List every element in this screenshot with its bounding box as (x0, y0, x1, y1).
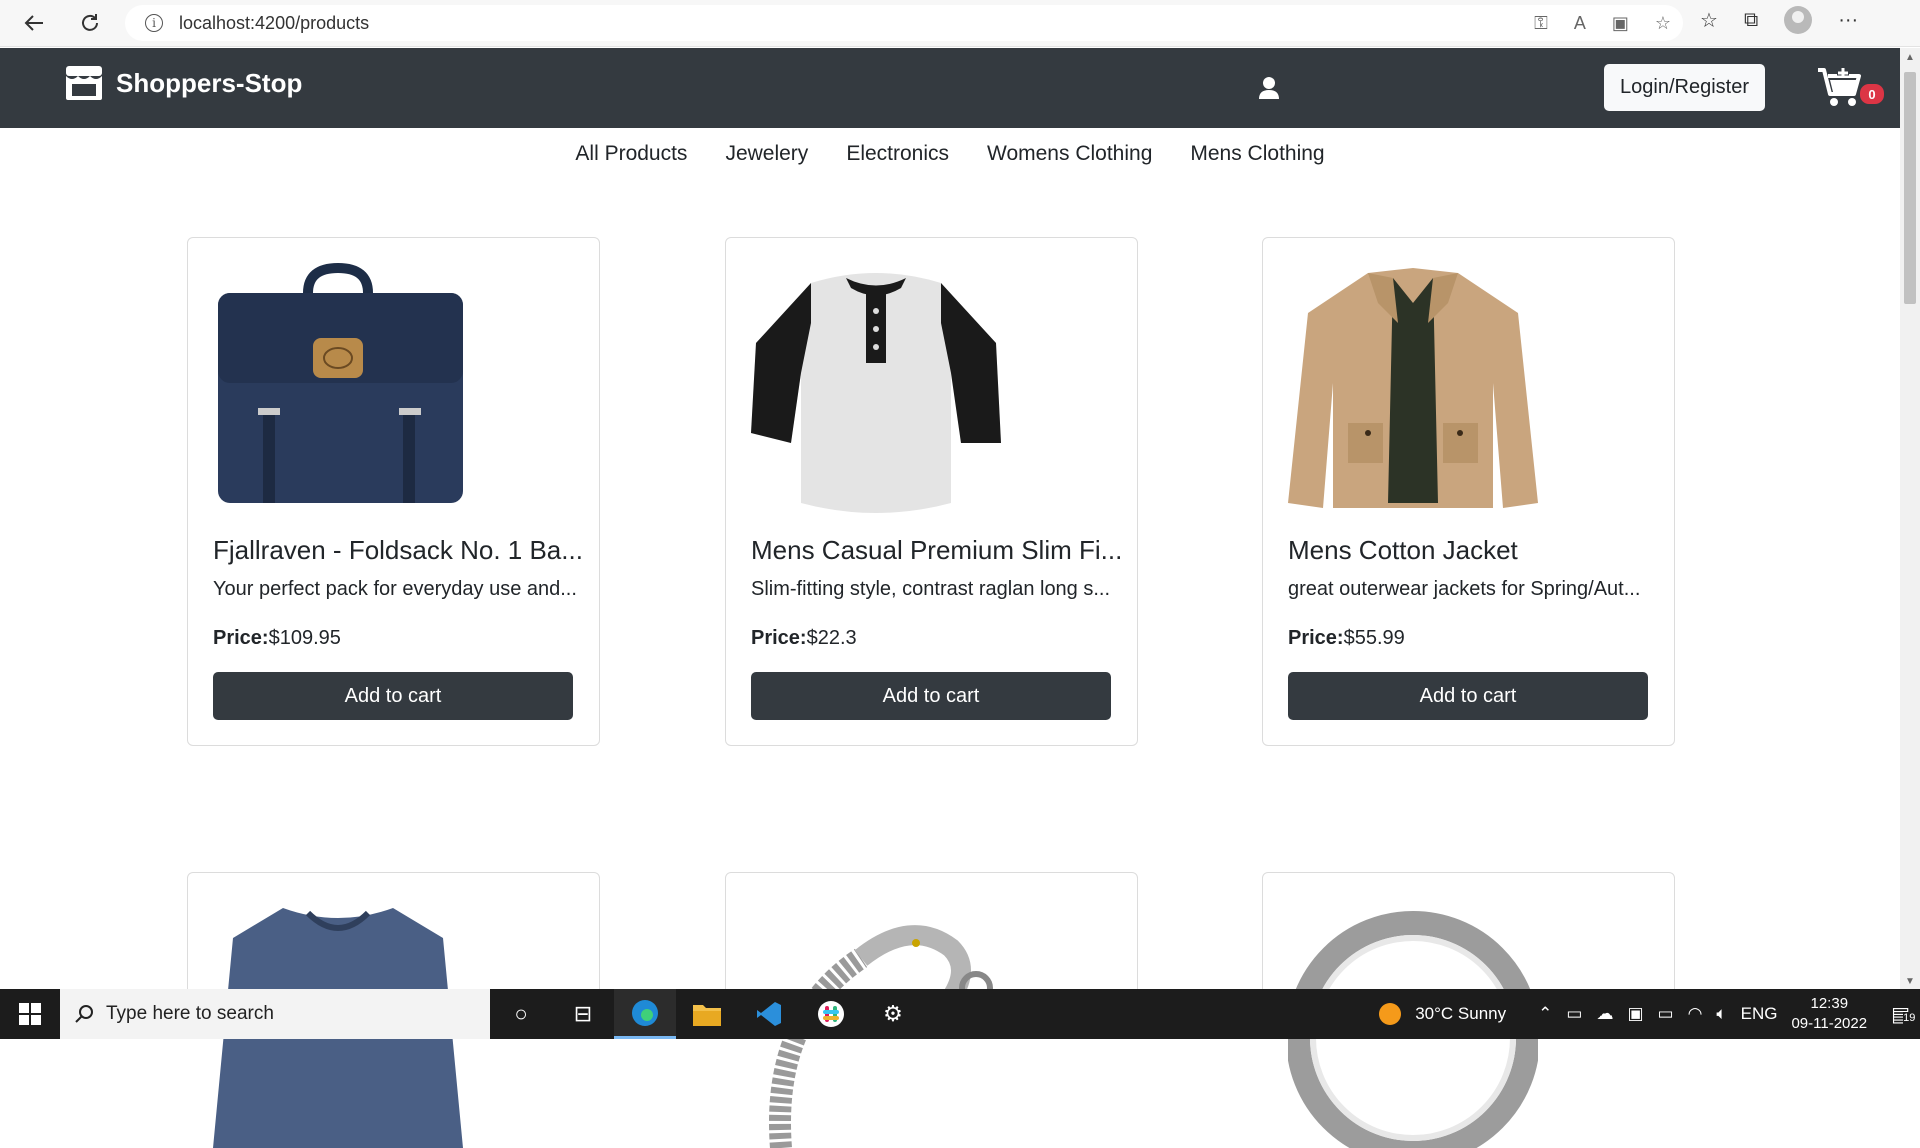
category-mens-clothing[interactable]: Mens Clothing (1190, 142, 1324, 166)
profile-avatar[interactable] (1784, 6, 1813, 34)
meet-icon[interactable]: ▭ (1566, 1004, 1582, 1024)
category-all-products[interactable]: All Products (575, 142, 687, 166)
refresh-icon (82, 14, 98, 31)
add-to-cart-button[interactable]: Add to cart (213, 672, 573, 720)
taskbar-search[interactable]: Type here to search (60, 989, 490, 1039)
product-title[interactable]: Fjallraven - Foldsack No. 1 Ba... (213, 535, 583, 566)
edge-logo (632, 999, 658, 1026)
add-to-cart-button[interactable]: Add to cart (1288, 672, 1648, 720)
read-aloud-icon[interactable]: A (1574, 13, 1586, 34)
scroll-down-icon[interactable]: ▼ (1905, 976, 1915, 987)
product-card: Fjallraven - Foldsack No. 1 Ba... Your p… (187, 237, 600, 746)
browser-toolbar: i localhost:4200/products ⚿ A ▣ ☆ ☆ ⧉ ··… (0, 0, 1920, 47)
raglan-tshirt-image[interactable] (751, 263, 1001, 513)
add-to-cart-button[interactable]: Add to cart (751, 672, 1111, 720)
notification-center-icon[interactable]: ▤ 19 (1891, 1002, 1916, 1027)
product-title[interactable]: Mens Cotton Jacket (1288, 535, 1518, 566)
windows-icon (19, 1003, 41, 1025)
vscode-logo (757, 1002, 781, 1026)
settings-gear-icon[interactable]: ⚙ (862, 989, 924, 1039)
language-indicator[interactable]: ENG (1741, 1004, 1778, 1024)
slack-icon[interactable] (800, 989, 862, 1039)
product-price: Price:$22.3 (751, 627, 857, 650)
user-icon[interactable] (1258, 76, 1280, 100)
category-jewelery[interactable]: Jewelery (725, 142, 808, 166)
scroll-up-icon[interactable]: ▲ (1905, 52, 1915, 63)
price-value: $22.3 (806, 627, 857, 649)
product-price: Price:$109.95 (213, 627, 341, 650)
task-view-icon[interactable]: ⊟ (552, 989, 614, 1039)
scrollbar-thumb[interactable] (1904, 72, 1916, 304)
price-value: $109.95 (268, 627, 341, 649)
url-text: localhost:4200/products (179, 12, 370, 33)
file-explorer-icon[interactable] (676, 989, 738, 1039)
product-description: Your perfect pack for everyday use and..… (213, 578, 577, 600)
price-label: Price: (213, 627, 269, 649)
price-label: Price: (1288, 627, 1344, 649)
product-title[interactable]: Mens Casual Premium Slim Fi... (751, 535, 1122, 566)
weather-sun-icon[interactable] (1379, 1003, 1402, 1025)
wifi-icon[interactable]: ◠ (1688, 1004, 1703, 1024)
category-womens-clothing[interactable]: Womens Clothing (987, 142, 1152, 166)
product-card: Mens Casual Premium Slim Fi... Slim-fitt… (725, 237, 1138, 746)
brand-name: Shoppers-Stop (116, 67, 303, 98)
immersive-reader-icon[interactable]: ▣ (1612, 13, 1629, 34)
slack-logo (818, 1001, 844, 1027)
edge-icon[interactable] (614, 989, 676, 1039)
favorite-add-icon[interactable]: ☆ (1655, 13, 1671, 34)
page-scrollbar[interactable]: ▲ ▼ (1900, 48, 1920, 990)
address-bar[interactable]: i localhost:4200/products ⚿ A ▣ ☆ (125, 5, 1683, 41)
key-icon[interactable]: ⚿ (1534, 13, 1548, 34)
cart-count-badge: 0 (1860, 84, 1884, 104)
collections-icon[interactable]: ⧉ (1744, 9, 1758, 32)
browser-right-tools: ☆ ⧉ ··· (1700, 6, 1858, 34)
battery-icon[interactable]: ▭ (1658, 1004, 1674, 1024)
vscode-icon[interactable] (738, 989, 800, 1039)
price-value: $55.99 (1343, 627, 1405, 649)
clock-date: 09-11-2022 (1791, 1015, 1868, 1032)
price-label: Price: (751, 627, 807, 649)
volume-icon[interactable]: 🔈︎ (1716, 1004, 1726, 1024)
address-bar-icons: ⚿ A ▣ ☆ (1534, 13, 1671, 34)
store-icon (66, 66, 102, 100)
product-description: Slim-fitting style, contrast raglan long… (751, 578, 1111, 600)
system-tray: 30°C Sunny ⌃ ▭ ☁ ▣ ▭ ◠ 🔈︎ ENG 12:39 09-1… (1379, 989, 1920, 1039)
product-price: Price:$55.99 (1288, 627, 1405, 650)
search-icon (75, 1005, 93, 1023)
search-placeholder: Type here to search (106, 1003, 274, 1024)
backpack-image[interactable] (213, 263, 463, 513)
taskbar: Type here to search ○ ⊟ ⚙ 30°C Sunny ⌃ ▭… (0, 989, 1920, 1039)
show-hidden-icons-icon[interactable]: ⌃ (1538, 1004, 1552, 1024)
notification-count: 19 (1903, 1011, 1916, 1024)
folder-icon (693, 1005, 721, 1026)
brand[interactable]: Shoppers-Stop (64, 64, 302, 102)
cart-plus-icon (1818, 68, 1861, 106)
display-icon[interactable]: ▣ (1627, 1004, 1643, 1024)
cart-button[interactable]: 0 (1816, 66, 1886, 112)
product-card: Mens Cotton Jacket great outerwear jacke… (1262, 237, 1675, 746)
back-button[interactable] (16, 5, 52, 41)
start-button[interactable] (0, 989, 60, 1039)
cortana-icon[interactable]: ○ (490, 989, 552, 1039)
product-description: great outerwear jackets for Spring/Aut..… (1288, 578, 1641, 600)
onedrive-cloud-icon[interactable]: ☁ (1596, 1004, 1613, 1024)
refresh-button[interactable] (72, 5, 108, 41)
back-arrow-icon (24, 15, 43, 31)
category-nav: All Products Jewelery Electronics Womens… (0, 142, 1900, 166)
clock-time: 12:39 (1810, 995, 1849, 1012)
more-menu-icon[interactable]: ··· (1838, 9, 1858, 32)
weather-text[interactable]: 30°C Sunny (1415, 1004, 1506, 1024)
clock[interactable]: 12:39 09-11-2022 (1791, 994, 1867, 1034)
category-electronics[interactable]: Electronics (846, 142, 949, 166)
cotton-jacket-image[interactable] (1288, 263, 1538, 513)
site-info-icon[interactable]: i (145, 14, 163, 32)
login-register-button[interactable]: Login/Register (1604, 64, 1765, 111)
app-header: Shoppers-Stop Login/Register 0 (0, 48, 1900, 128)
favorites-icon[interactable]: ☆ (1700, 8, 1718, 33)
